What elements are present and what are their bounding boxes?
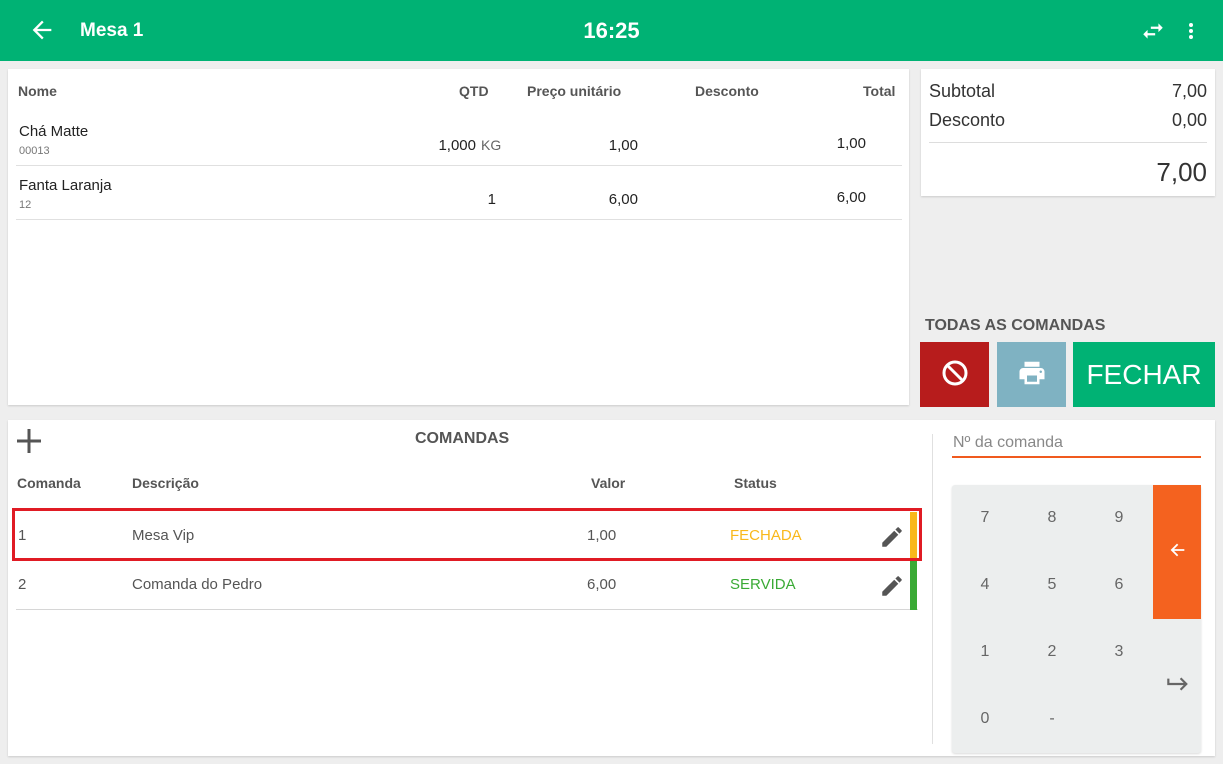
key-7[interactable]: 7 [952,485,1018,551]
block-icon [940,358,970,391]
print-button[interactable] [997,342,1066,407]
comandas-panel: COMANDAS Comanda Descrição Valor Status … [8,420,1215,756]
item-row[interactable]: Fanta Laranja 12 1 6,00 6,00 [16,166,902,220]
item-total: 6,00 [836,189,866,206]
column-header-total: Total [863,83,896,99]
status-color-bar [910,561,917,610]
backspace-button[interactable] [1153,485,1201,619]
more-vertical-icon[interactable] [1182,18,1200,44]
item-row[interactable]: Chá Matte 00013 1,000 KG 1,00 1,00 [16,112,902,166]
comanda-description: Comanda do Pedro [132,576,263,593]
discount-value: 0,00 [1171,110,1207,130]
key-8[interactable]: 8 [1019,485,1085,551]
item-unit: KG [481,137,502,153]
comanda-value: 6,00 [587,576,617,593]
subtotal-label: Subtotal [929,81,996,101]
key-4[interactable]: 4 [952,552,1018,618]
status-color-bar [910,512,917,561]
comanda-row[interactable]: 1 Mesa Vip 1,00 FECHADA [16,512,918,561]
item-qty: 1,000 [438,137,476,154]
key-1[interactable]: 1 [952,619,1018,685]
item-price: 1,00 [608,137,638,154]
cancel-button[interactable] [920,342,989,407]
subtotal-value: 7,00 [1171,81,1207,101]
column-header-name: Nome [18,83,57,99]
comandas-title: COMANDAS [415,430,510,447]
comanda-number: 2 [18,576,27,593]
totals-card: Subtotal 7,00 Desconto 0,00 7,00 [921,69,1215,196]
key-minus[interactable]: - [1019,686,1085,752]
printer-icon [1017,358,1047,391]
item-name: Chá Matte [19,123,89,140]
enter-return-icon [1164,671,1190,702]
column-header-discount: Desconto [695,83,759,99]
column-header-unit-price: Preço unitário [527,83,622,99]
key-6[interactable]: 6 [1086,552,1152,618]
key-2[interactable]: 2 [1019,619,1085,685]
key-9[interactable]: 9 [1086,485,1152,551]
key-5[interactable]: 5 [1019,552,1085,618]
item-code: 00013 [19,145,50,157]
comanda-status: FECHADA [730,527,802,544]
pencil-icon[interactable] [879,573,905,599]
comanda-value: 1,00 [587,527,617,544]
item-code: 12 [19,199,32,211]
enter-button[interactable] [1153,619,1201,753]
pencil-icon[interactable] [879,524,905,550]
column-header-comanda: Comanda [17,475,81,491]
swap-icon[interactable] [1140,18,1166,44]
comanda-number-input[interactable] [952,430,1201,458]
item-qty: 1 [487,191,496,208]
page-title: Mesa 1 [80,20,144,41]
grand-total: 7,00 [1156,157,1207,187]
column-header-status: Status [734,475,777,491]
column-header-description: Descrição [132,475,199,491]
close-bill-button[interactable]: FECHAR [1073,342,1215,407]
all-comandas-label: TODAS AS COMANDAS [925,317,1106,334]
item-total: 1,00 [836,135,866,152]
comanda-number: 1 [18,527,27,544]
discount-label: Desconto [929,110,1006,130]
items-table: Nome QTD Preço unitário Desconto Total C… [8,69,909,405]
top-app-bar: Mesa 1 16:25 [0,0,1223,61]
vertical-divider [932,434,933,744]
backspace-arrow-icon [1166,539,1188,566]
arrow-left-icon[interactable] [28,16,56,44]
comanda-description: Mesa Vip [132,527,195,544]
key-3[interactable]: 3 [1086,619,1152,685]
add-icon[interactable] [16,428,42,454]
divider [929,142,1207,143]
item-price: 6,00 [608,191,638,208]
key-0[interactable]: 0 [952,686,1018,752]
column-header-value: Valor [591,475,626,491]
numeric-keypad: 7 8 9 4 5 6 1 2 3 0 - [952,485,1201,753]
comanda-status: SERVIDA [730,576,796,593]
item-name: Fanta Laranja [19,177,112,194]
clock: 16:25 [583,18,640,43]
column-header-qty: QTD [459,83,489,99]
comanda-row[interactable]: 2 Comanda do Pedro 6,00 SERVIDA [16,561,918,610]
